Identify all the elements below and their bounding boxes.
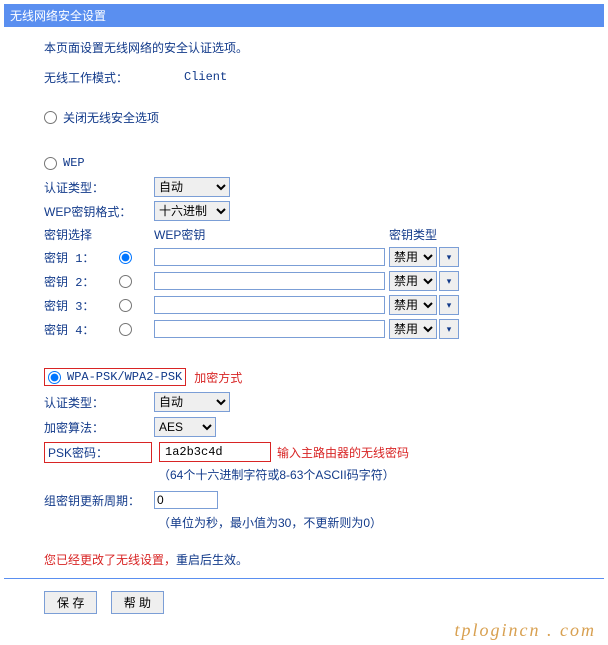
key2-type-select[interactable]: 禁用: [389, 271, 437, 291]
wpa-auth-row: 认证类型： 自动: [44, 391, 564, 413]
intro-text: 本页面设置无线网络的安全认证选项。: [44, 39, 564, 56]
key-type-header: 密钥类型: [389, 226, 437, 243]
key1-type-select[interactable]: 禁用: [389, 247, 437, 267]
wep-radio[interactable]: [44, 157, 57, 170]
wpa-rekey-note: （单位为秒，最小值为30，不更新则为0）: [158, 514, 564, 531]
key1-input[interactable]: [154, 248, 385, 266]
key1-radio[interactable]: [119, 251, 132, 264]
wpa-rekey-row: 组密钥更新周期：: [44, 489, 564, 511]
wpa-label: WPA-PSK/WPA2-PSK: [67, 370, 182, 384]
wpa-section: WPA-PSK/WPA2-PSK 加密方式 认证类型： 自动 加密算法： AES…: [44, 366, 564, 531]
key-label: 密钥 1：: [44, 249, 119, 266]
wpa-algo-select[interactable]: AES: [154, 417, 216, 437]
wep-key-row-2: 密钥 2： 禁用 ▾: [44, 271, 564, 291]
key3-radio[interactable]: [119, 299, 132, 312]
wep-auth-select[interactable]: 自动: [154, 177, 230, 197]
wep-auth-row: 认证类型： 自动: [44, 176, 564, 198]
help-button[interactable]: 帮 助: [111, 591, 164, 614]
key4-radio[interactable]: [119, 323, 132, 336]
key-label: 密钥 4：: [44, 321, 119, 338]
wpa-psk-row: PSK密码： 输入主路由器的无线密码: [44, 441, 564, 463]
wep-format-row: WEP密钥格式： 十六进制: [44, 200, 564, 222]
option-wpa-row[interactable]: WPA-PSK/WPA2-PSK 加密方式: [44, 366, 564, 388]
wep-key-row-1: 密钥 1： 禁用 ▾: [44, 247, 564, 267]
key2-radio[interactable]: [119, 275, 132, 288]
option-disable-row[interactable]: 关闭无线安全选项: [44, 106, 564, 128]
key-label: 密钥 2：: [44, 273, 119, 290]
changed-prefix: 您已经更改了无线设置，: [44, 553, 176, 567]
key3-type-select[interactable]: 禁用: [389, 295, 437, 315]
wep-key-row-3: 密钥 3： 禁用 ▾: [44, 295, 564, 315]
disable-radio[interactable]: [44, 111, 57, 124]
mode-row: 无线工作模式： Client: [44, 66, 564, 88]
wpa-algo-row: 加密算法： AES: [44, 416, 564, 438]
wpa-psk-note: （64个十六进制字符或8-63个ASCII码字符）: [158, 466, 564, 483]
wep-format-label: WEP密钥格式：: [44, 203, 154, 220]
save-button[interactable]: 保 存: [44, 591, 97, 614]
disable-label: 关闭无线安全选项: [63, 109, 159, 126]
key-value-header: WEP密钥: [154, 226, 389, 243]
wpa-rekey-label: 组密钥更新周期：: [44, 492, 154, 509]
key2-input[interactable]: [154, 272, 385, 290]
wep-key-header: 密钥选择 WEP密钥 密钥类型: [44, 226, 564, 243]
key4-type-select[interactable]: 禁用: [389, 319, 437, 339]
key-select-header: 密钥选择: [44, 226, 154, 243]
key3-input[interactable]: [154, 296, 385, 314]
panel-content: 本页面设置无线网络的安全认证选项。 无线工作模式： Client 关闭无线安全选…: [4, 27, 604, 574]
key4-input[interactable]: [154, 320, 385, 338]
key-label: 密钥 3：: [44, 297, 119, 314]
chevron-down-icon[interactable]: ▾: [439, 319, 459, 339]
chevron-down-icon[interactable]: ▾: [439, 271, 459, 291]
wpa-auth-select[interactable]: 自动: [154, 392, 230, 412]
wpa-rekey-input[interactable]: [154, 491, 218, 509]
changed-suffix: 重启后生效。: [176, 553, 248, 567]
wep-label: WEP: [63, 156, 85, 170]
wpa-radio[interactable]: [48, 371, 61, 384]
option-wep-row[interactable]: WEP: [44, 152, 564, 174]
chevron-down-icon[interactable]: ▾: [439, 295, 459, 315]
divider: [4, 578, 604, 579]
mode-value: Client: [184, 70, 227, 84]
brand-footer: tplogincn . com: [4, 620, 604, 641]
wpa-method-label: 加密方式: [194, 369, 242, 386]
panel-title: 无线网络安全设置: [4, 4, 604, 27]
wpa-algo-label: 加密算法：: [44, 419, 154, 436]
changed-message: 您已经更改了无线设置，重启后生效。: [44, 551, 564, 568]
wep-format-select[interactable]: 十六进制: [154, 201, 230, 221]
wep-auth-label: 认证类型：: [44, 179, 154, 196]
mode-label: 无线工作模式：: [44, 69, 154, 86]
wireless-security-panel: 无线网络安全设置 本页面设置无线网络的安全认证选项。 无线工作模式： Clien…: [4, 4, 604, 620]
button-row: 保 存 帮 助: [4, 585, 604, 620]
chevron-down-icon[interactable]: ▾: [439, 247, 459, 267]
wep-key-row-4: 密钥 4： 禁用 ▾: [44, 319, 564, 339]
wpa-psk-label: PSK密码：: [48, 444, 108, 461]
wpa-psk-hint: 输入主路由器的无线密码: [277, 444, 409, 461]
wpa-auth-label: 认证类型：: [44, 394, 154, 411]
wpa-psk-input[interactable]: [163, 444, 267, 460]
